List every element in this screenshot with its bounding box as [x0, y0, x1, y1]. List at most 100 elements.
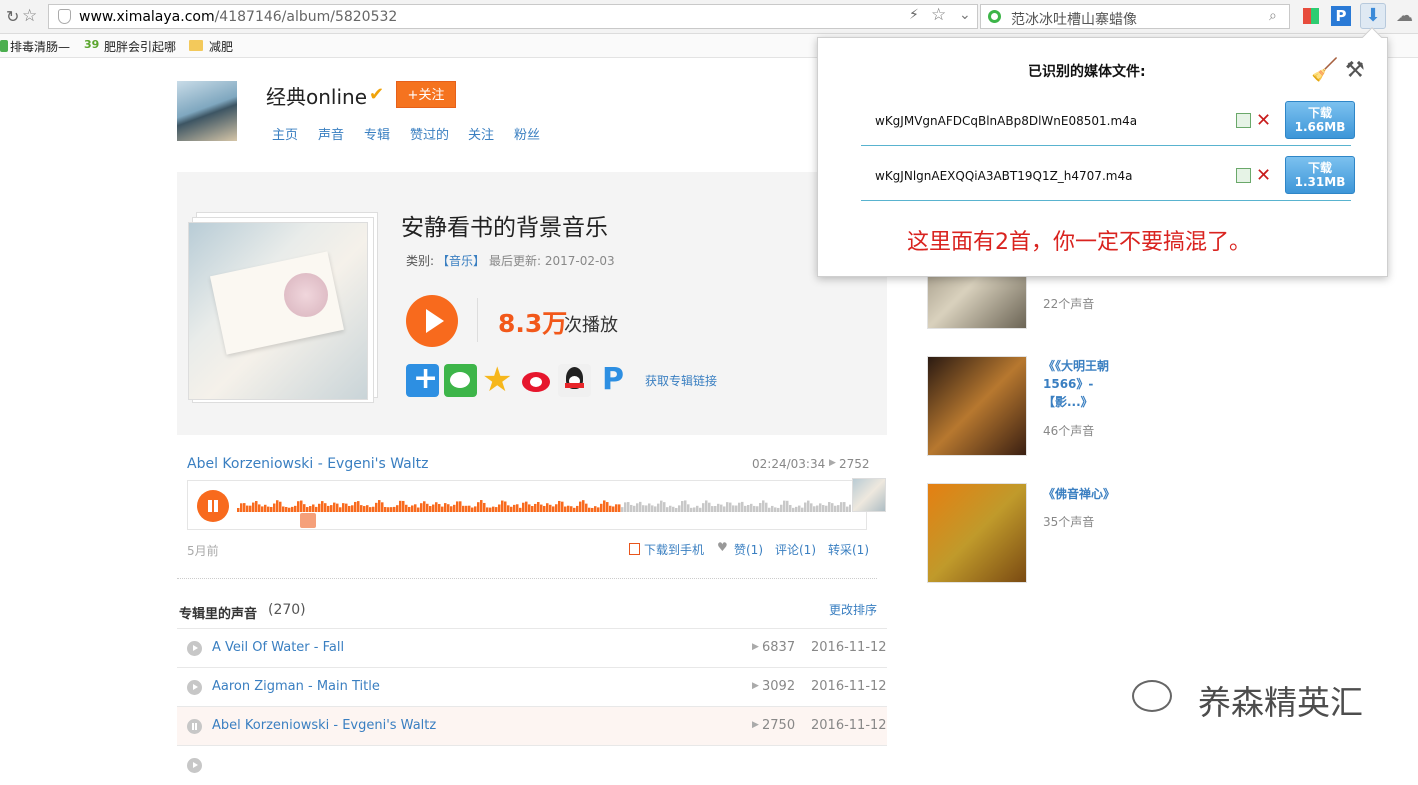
play-count-icon: ▶ [752, 681, 759, 691]
qq-icon[interactable] [558, 364, 591, 397]
waveform-bar-segment [288, 507, 291, 512]
search-input[interactable]: 范冰冰吐槽山寨蜡像 [1011, 9, 1137, 29]
search-box[interactable]: 范冰冰吐槽山寨蜡像 ⌕ [980, 4, 1290, 29]
comment-link[interactable]: 评论(1) [775, 541, 816, 558]
waveform-bar-segment [249, 505, 252, 512]
waveform-bar-segment [336, 503, 339, 512]
play-album-button[interactable] [406, 295, 458, 347]
download-arrow-icon[interactable]: ⬇ [1360, 3, 1386, 29]
waveform-bar-segment [447, 504, 450, 512]
wechat-logo-icon [1132, 680, 1172, 712]
waveform-bar-segment [426, 503, 429, 512]
related-album-cover[interactable] [927, 483, 1027, 583]
waveform-bar-segment [285, 506, 288, 512]
bookmark-item[interactable]: 减肥 [209, 38, 233, 55]
track-title[interactable]: Abel Korzeniowski - Evgeni's Waltz [212, 718, 436, 733]
waveform-bar-segment [660, 500, 663, 512]
download-button[interactable]: 下载 1.66MB [1285, 101, 1355, 139]
waveform-bar-segment [801, 507, 804, 512]
download-to-phone-link[interactable]: 下载到手机 [644, 541, 704, 558]
comment-marker-icon[interactable] [300, 513, 316, 528]
current-track-title[interactable]: Abel Korzeniowski - Evgeni's Waltz [187, 456, 428, 472]
related-album-cover[interactable] [927, 356, 1027, 456]
pause-circle-icon[interactable] [187, 719, 202, 734]
collect-link[interactable]: 转采(1) [828, 541, 869, 558]
favorite-star-icon[interactable]: ☆ [931, 5, 946, 25]
wechat-icon[interactable] [444, 364, 477, 397]
track-title[interactable]: A Veil Of Water - Fall [212, 640, 344, 655]
delete-icon[interactable]: ✕ [1256, 112, 1271, 130]
waveform[interactable] [237, 498, 851, 512]
waveform-bar-segment [294, 505, 297, 512]
tools-icon[interactable]: ⚒ [1345, 58, 1365, 83]
play-circle-icon[interactable] [187, 641, 202, 656]
copy-icon[interactable] [1236, 168, 1251, 183]
nav-following[interactable]: 关注 [468, 124, 494, 143]
waveform-bar-segment [327, 505, 330, 512]
change-sort-link[interactable]: 更改排序 [829, 601, 877, 618]
waveform-bar-segment [462, 505, 465, 512]
copy-icon[interactable] [1236, 113, 1251, 128]
track-title[interactable]: Aaron Zigman - Main Title [212, 679, 380, 694]
waveform-bar-segment [555, 504, 558, 512]
get-album-link[interactable]: 获取专辑链接 [645, 372, 717, 389]
waveform-bar-segment [639, 501, 642, 512]
qzone-icon[interactable]: ★ [482, 360, 515, 400]
nav-fans[interactable]: 粉丝 [514, 124, 540, 143]
follow-button[interactable]: +关注 [396, 81, 456, 108]
pause-button[interactable] [197, 490, 229, 522]
plus-share-icon[interactable]: + [406, 361, 439, 397]
bookmark-item[interactable]: 排毒清肠— [10, 38, 70, 55]
waveform-bar-segment [534, 503, 537, 512]
broom-icon[interactable]: 🧹 [1311, 58, 1338, 83]
cloud-icon[interactable]: ☁ [1396, 6, 1413, 26]
p-share-icon[interactable]: P [596, 362, 629, 397]
waveform-bar-segment [393, 506, 396, 512]
weibo-icon[interactable] [520, 364, 553, 397]
waveform-bar-segment [615, 504, 618, 512]
related-album-title[interactable]: 《佛音禅心》 [1043, 485, 1115, 503]
uploader-thumb[interactable] [852, 478, 886, 512]
apps-grid-icon[interactable] [1303, 8, 1319, 24]
play-circle-icon[interactable] [187, 680, 202, 695]
track-plays: 2750 [762, 718, 796, 733]
related-album-title[interactable]: 《《大明王朝1566》-【影...》 [1043, 357, 1133, 411]
media-file-name: wKgJMVgnAFDCqBlnABp8DlWnE08501.m4a [875, 114, 1138, 128]
browser-toolbar: ↻ ☆ www.ximalaya.com/4187146/album/58205… [0, 0, 1418, 34]
waveform-bar-segment [279, 501, 282, 512]
nav-home[interactable]: 主页 [272, 124, 298, 143]
album-cover[interactable] [188, 222, 368, 400]
delete-icon[interactable]: ✕ [1256, 167, 1271, 185]
nav-liked[interactable]: 赞过的 [410, 124, 449, 143]
waveform-bar-segment [333, 502, 336, 512]
table-row[interactable] [177, 746, 887, 785]
play-circle-icon[interactable] [187, 758, 202, 773]
nav-sounds[interactable]: 声音 [318, 124, 344, 143]
like-link[interactable]: 赞(1) [734, 541, 763, 558]
waveform-bar-segment [342, 503, 345, 512]
lightning-icon[interactable]: ⚡ [909, 7, 919, 23]
bookmark-star-icon[interactable]: ☆ [22, 6, 37, 26]
waveform-bar-segment [252, 502, 255, 512]
bookmark-item[interactable]: 肥胖会引起哪 [104, 38, 176, 55]
waveform-bar-segment [585, 503, 588, 512]
nav-albums[interactable]: 专辑 [364, 124, 390, 143]
category-link[interactable]: 【音乐】 [437, 252, 485, 269]
avatar[interactable] [177, 81, 237, 141]
profile-name[interactable]: 经典online [266, 81, 367, 110]
table-row[interactable]: A Veil Of Water - Fall ▶ 6837 2016-11-12 [177, 629, 887, 668]
p-extension-icon[interactable]: P [1331, 6, 1351, 26]
waveform-bar-segment [711, 506, 714, 512]
table-row[interactable]: Abel Korzeniowski - Evgeni's Waltz ▶ 275… [177, 707, 887, 746]
waveform-bar-segment [537, 501, 540, 512]
waveform-bar-segment [648, 503, 651, 512]
waveform-bar-segment [420, 503, 423, 512]
waveform-bar-segment [543, 505, 546, 512]
download-button[interactable]: 下载 1.31MB [1285, 156, 1355, 194]
address-bar[interactable]: www.ximalaya.com/4187146/album/5820532 ⚡… [48, 4, 978, 29]
dropdown-chevron-icon[interactable]: ⌄ [959, 7, 971, 23]
search-icon[interactable]: ⌕ [1269, 8, 1277, 24]
refresh-icon[interactable]: ↻ [6, 7, 19, 26]
waveform-bar-segment [675, 507, 678, 512]
table-row[interactable]: Aaron Zigman - Main Title ▶ 3092 2016-11… [177, 668, 887, 707]
